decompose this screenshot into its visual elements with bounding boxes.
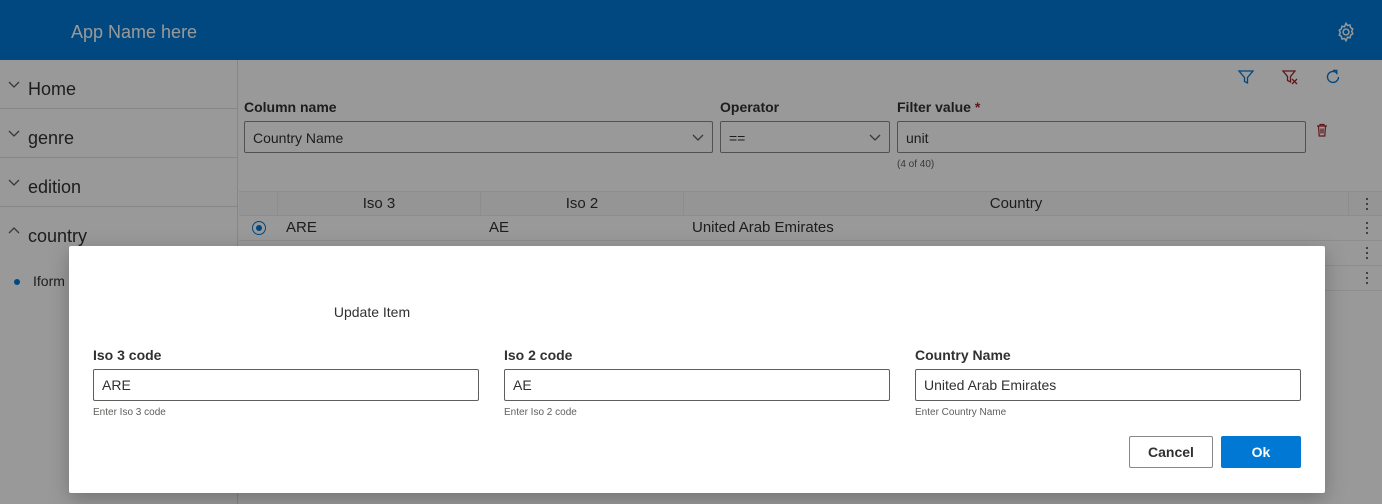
iso3-code-hint: Enter Iso 3 code (93, 407, 166, 418)
iso3-code-label: Iso 3 code (93, 347, 162, 363)
iso2-code-label: Iso 2 code (504, 347, 573, 363)
iso3-code-input[interactable] (93, 369, 479, 401)
iso2-code-input[interactable] (504, 369, 890, 401)
dialog-title: Update Item (333, 304, 411, 320)
country-name-label: Country Name (915, 347, 1011, 363)
country-name-hint: Enter Country Name (915, 407, 1007, 418)
country-name-input[interactable] (915, 369, 1301, 401)
iso2-code-hint: Enter Iso 2 code (504, 407, 577, 418)
update-item-dialog: Update Item Iso 3 code Enter Iso 3 code … (69, 246, 1325, 493)
ok-button[interactable]: Ok (1221, 436, 1301, 468)
cancel-button[interactable]: Cancel (1129, 436, 1213, 468)
